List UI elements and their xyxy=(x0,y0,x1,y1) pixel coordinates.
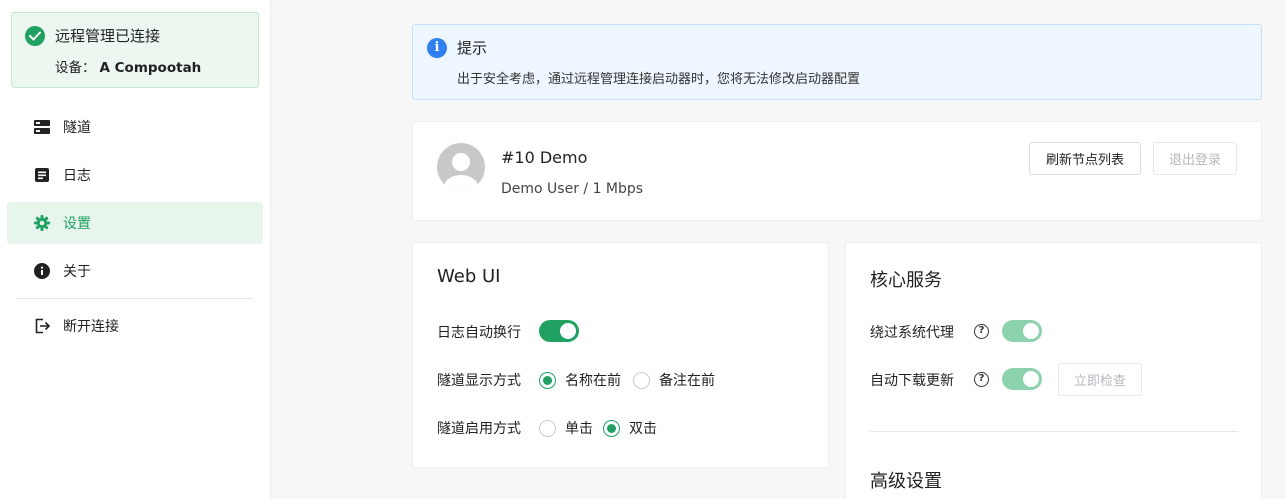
user-name: #10 Demo xyxy=(501,148,588,167)
avatar xyxy=(437,143,485,191)
radio-label: 单击 xyxy=(565,421,593,437)
radio-label: 双击 xyxy=(629,421,657,437)
device-label: 设备： xyxy=(55,60,96,76)
sidebar-item-label: 日志 xyxy=(63,168,91,184)
info-icon xyxy=(34,263,50,279)
sidebar-item-settings[interactable]: 设置 xyxy=(7,202,263,244)
radio-dot xyxy=(633,371,650,389)
connection-device: 设备： A Compootah xyxy=(55,56,201,76)
toggle-knob xyxy=(1023,323,1039,339)
bypass-proxy-label: 绕过系统代理 xyxy=(870,325,954,341)
core-title: 核心服务 xyxy=(870,270,942,291)
check-now-button[interactable]: 立即检查 xyxy=(1058,363,1142,396)
bypass-proxy-toggle[interactable] xyxy=(1002,320,1042,342)
connection-status-text: 远程管理已连接 xyxy=(55,27,161,45)
sidebar-divider xyxy=(16,298,253,299)
display-mode-label: 隧道显示方式 xyxy=(437,373,521,389)
launch-mode-label: 隧道启用方式 xyxy=(437,421,521,437)
sidebar-item-label: 设置 xyxy=(63,216,91,232)
tip-banner: i 提示 出于安全考虑，通过远程管理连接启动器时，您将无法修改启动器配置 xyxy=(412,24,1262,100)
auto-update-toggle[interactable] xyxy=(1002,368,1042,390)
refresh-node-list-button[interactable]: 刷新节点列表 xyxy=(1029,142,1141,175)
auto-update-label: 自动下载更新 xyxy=(870,373,954,389)
launch-double-click-radio[interactable]: 双击 xyxy=(603,418,657,438)
logout-button[interactable]: 退出登录 xyxy=(1153,142,1237,175)
webui-title: Web UI xyxy=(437,266,501,287)
launch-single-click-radio[interactable]: 单击 xyxy=(539,418,593,438)
radio-dot xyxy=(539,371,556,389)
auto-wrap-label: 日志自动换行 xyxy=(437,325,521,341)
sidebar-item-tunnels[interactable]: 隧道 xyxy=(7,106,263,148)
sidebar-item-about[interactable]: 关于 xyxy=(7,250,263,292)
sidebar-item-label: 断开连接 xyxy=(63,319,119,335)
user-card: #10 Demo Demo User / 1 Mbps 刷新节点列表 退出登录 xyxy=(412,121,1262,221)
help-icon[interactable]: ? xyxy=(974,324,989,339)
webui-settings-card: Web UI 日志自动换行 隧道显示方式 名称在前 备注在前 隧道启用方式 单击… xyxy=(412,242,829,468)
tip-title: 提示 xyxy=(457,39,488,57)
sidebar-item-disconnect[interactable]: 断开连接 xyxy=(7,305,263,347)
auto-wrap-toggle[interactable] xyxy=(539,320,579,342)
tip-text: 出于安全考虑，通过远程管理连接启动器时，您将无法修改启动器配置 xyxy=(457,72,861,87)
toggle-knob xyxy=(1023,371,1039,387)
radio-dot xyxy=(539,419,556,437)
server-icon xyxy=(34,119,50,135)
sidebar-item-logs[interactable]: 日志 xyxy=(7,154,263,196)
sidebar: 远程管理已连接 设备： A Compootah 隧道 日志 设置 关于 断开连接 xyxy=(0,0,271,499)
radio-label: 备注在前 xyxy=(659,373,715,389)
display-note-first-radio[interactable]: 备注在前 xyxy=(633,370,715,390)
toggle-knob xyxy=(560,323,576,339)
check-circle-icon xyxy=(25,26,45,46)
log-icon xyxy=(34,167,50,183)
info-icon: i xyxy=(427,38,447,58)
sidebar-item-label: 关于 xyxy=(63,264,91,280)
sidebar-item-label: 隧道 xyxy=(63,120,91,136)
help-icon[interactable]: ? xyxy=(974,372,989,387)
radio-label: 名称在前 xyxy=(565,373,621,389)
radio-dot xyxy=(603,419,620,437)
core-service-card: 核心服务 绕过系统代理 ? 自动下载更新 ? 立即检查 高级设置 xyxy=(845,242,1262,499)
display-name-first-radio[interactable]: 名称在前 xyxy=(539,370,621,390)
section-divider xyxy=(870,431,1238,432)
user-plan: Demo User / 1 Mbps xyxy=(501,181,644,197)
gear-icon xyxy=(34,215,50,231)
device-name: A Compootah xyxy=(99,60,202,76)
logout-icon xyxy=(34,318,50,334)
advanced-settings-title: 高级设置 xyxy=(870,471,942,492)
connection-status-banner: 远程管理已连接 设备： A Compootah xyxy=(11,12,259,88)
